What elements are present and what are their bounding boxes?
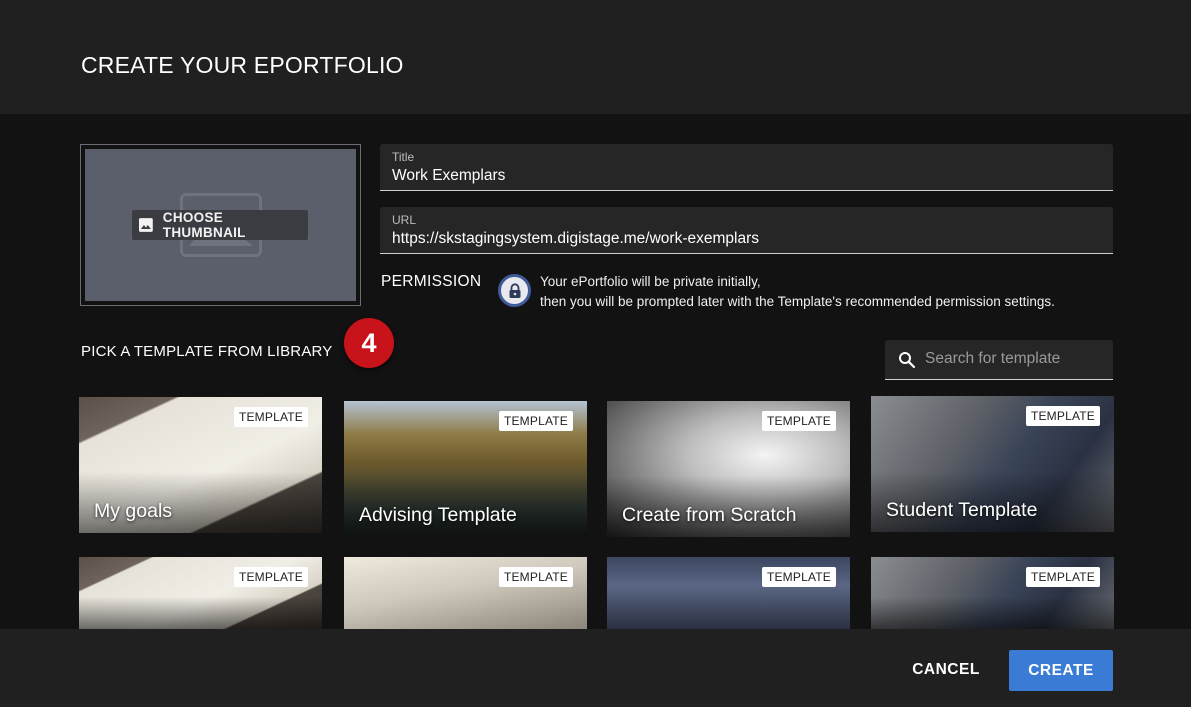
- template-card-title: My goals: [94, 500, 173, 522]
- title-field[interactable]: Title: [380, 144, 1113, 191]
- image-icon: [138, 218, 153, 232]
- template-tag: TEMPLATE: [761, 567, 836, 587]
- permission-label: PERMISSION: [381, 273, 482, 290]
- dialog-footer: CANCEL CREATE: [0, 629, 1191, 707]
- template-search[interactable]: [885, 340, 1113, 380]
- permission-line-2: then you will be prompted later with the…: [540, 293, 1055, 309]
- step-badge: 4: [344, 318, 394, 368]
- template-tag: TEMPLATE: [498, 567, 573, 587]
- lock-icon: [498, 274, 531, 307]
- create-button[interactable]: CREATE: [1009, 650, 1113, 691]
- template-tag: TEMPLATE: [1025, 406, 1100, 426]
- cancel-button[interactable]: CANCEL: [900, 650, 992, 690]
- choose-thumbnail-label: CHOOSE THUMBNAIL: [162, 210, 246, 240]
- dialog-title: CREATE YOUR EPORTFOLIO: [81, 52, 404, 78]
- url-input[interactable]: [392, 230, 1092, 248]
- permission-description: Your ePortfolio will be private initiall…: [540, 272, 1055, 311]
- template-card-title: Create from Scratch: [622, 504, 797, 526]
- thumbnail-picker[interactable]: CHOOSE THUMBNAIL: [80, 144, 361, 306]
- template-tag: TEMPLATE: [761, 411, 836, 431]
- template-tag: TEMPLATE: [498, 411, 573, 431]
- title-field-label: Title: [392, 150, 415, 164]
- template-tag: TEMPLATE: [233, 407, 308, 427]
- template-card-title: Advising Template: [359, 504, 517, 526]
- template-card-row2-4[interactable]: TEMPLATE: [871, 557, 1114, 629]
- thumbnail-preview: CHOOSE THUMBNAIL: [85, 149, 356, 301]
- template-card-row2-1[interactable]: TEMPLATE: [79, 557, 322, 629]
- dialog-header: CREATE YOUR EPORTFOLIO: [0, 0, 1191, 114]
- template-library-title: PICK A TEMPLATE FROM LIBRARY: [81, 343, 333, 360]
- template-card-row2-3[interactable]: TEMPLATE: [607, 557, 850, 629]
- title-input[interactable]: [392, 167, 1092, 185]
- template-card-my-goals[interactable]: TEMPLATE My goals: [79, 397, 322, 533]
- template-tag: TEMPLATE: [233, 567, 308, 587]
- template-search-input[interactable]: [925, 350, 1105, 368]
- url-field[interactable]: URL: [380, 207, 1113, 254]
- url-field-label: URL: [392, 213, 417, 227]
- choose-thumbnail-button[interactable]: CHOOSE THUMBNAIL: [132, 210, 308, 240]
- template-card-title: Student Template: [886, 499, 1038, 521]
- template-card-student[interactable]: TEMPLATE Student Template: [871, 396, 1114, 532]
- template-card-scratch[interactable]: TEMPLATE Create from Scratch: [607, 401, 850, 537]
- permission-line-1: Your ePortfolio will be private initiall…: [540, 274, 761, 289]
- template-card-row2-2[interactable]: TEMPLATE: [344, 557, 587, 629]
- template-tag: TEMPLATE: [1025, 567, 1100, 587]
- search-icon: [899, 352, 916, 369]
- template-card-advising[interactable]: TEMPLATE Advising Template: [344, 401, 587, 537]
